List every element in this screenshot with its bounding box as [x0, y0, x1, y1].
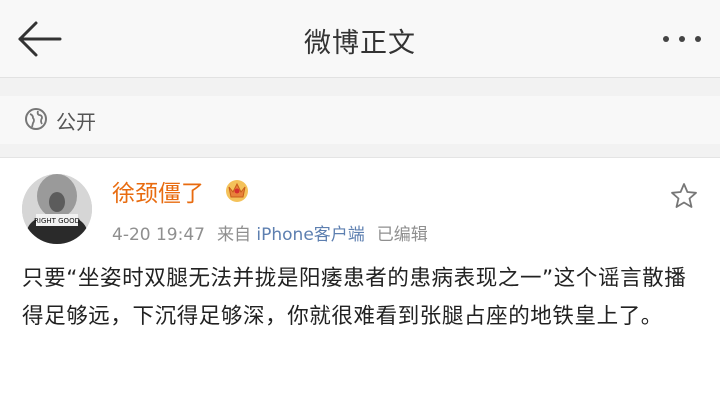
edited-label[interactable]: 已编辑: [377, 225, 428, 245]
username-link[interactable]: 徐颈僵了: [112, 174, 204, 208]
post-time: 4-20 19:47: [112, 225, 205, 245]
page-title: 微博正文: [304, 28, 416, 59]
globe-icon: [24, 107, 48, 131]
source-device-link[interactable]: iPhone客户端: [256, 225, 364, 245]
weibo-post: RIGHT GOOD 徐颈僵了 4-20 19:47 来自 iPhone客户端 已编…: [0, 158, 720, 408]
post-content: 只要“坐姿时双腿无法并拢是阳痿患者的患病表现之一”这个谣言散播得足够远，下沉得足…: [22, 266, 687, 329]
avatar-tape-text: RIGHT GOOD: [34, 217, 80, 225]
more-dots-icon[interactable]: [658, 24, 706, 54]
visibility-label: 公开: [56, 110, 96, 134]
crown-icon[interactable]: [224, 178, 250, 202]
avatar[interactable]: RIGHT GOOD: [22, 174, 92, 244]
section-divider: [0, 144, 720, 158]
post-meta: 4-20 19:47 来自 iPhone客户端 已编辑: [112, 220, 428, 245]
visibility-bar: 公开: [0, 96, 720, 144]
section-divider: [0, 78, 720, 96]
top-nav-bar: 微博正文: [0, 0, 720, 78]
star-icon[interactable]: [670, 182, 698, 210]
source-label: 来自: [216, 225, 251, 245]
